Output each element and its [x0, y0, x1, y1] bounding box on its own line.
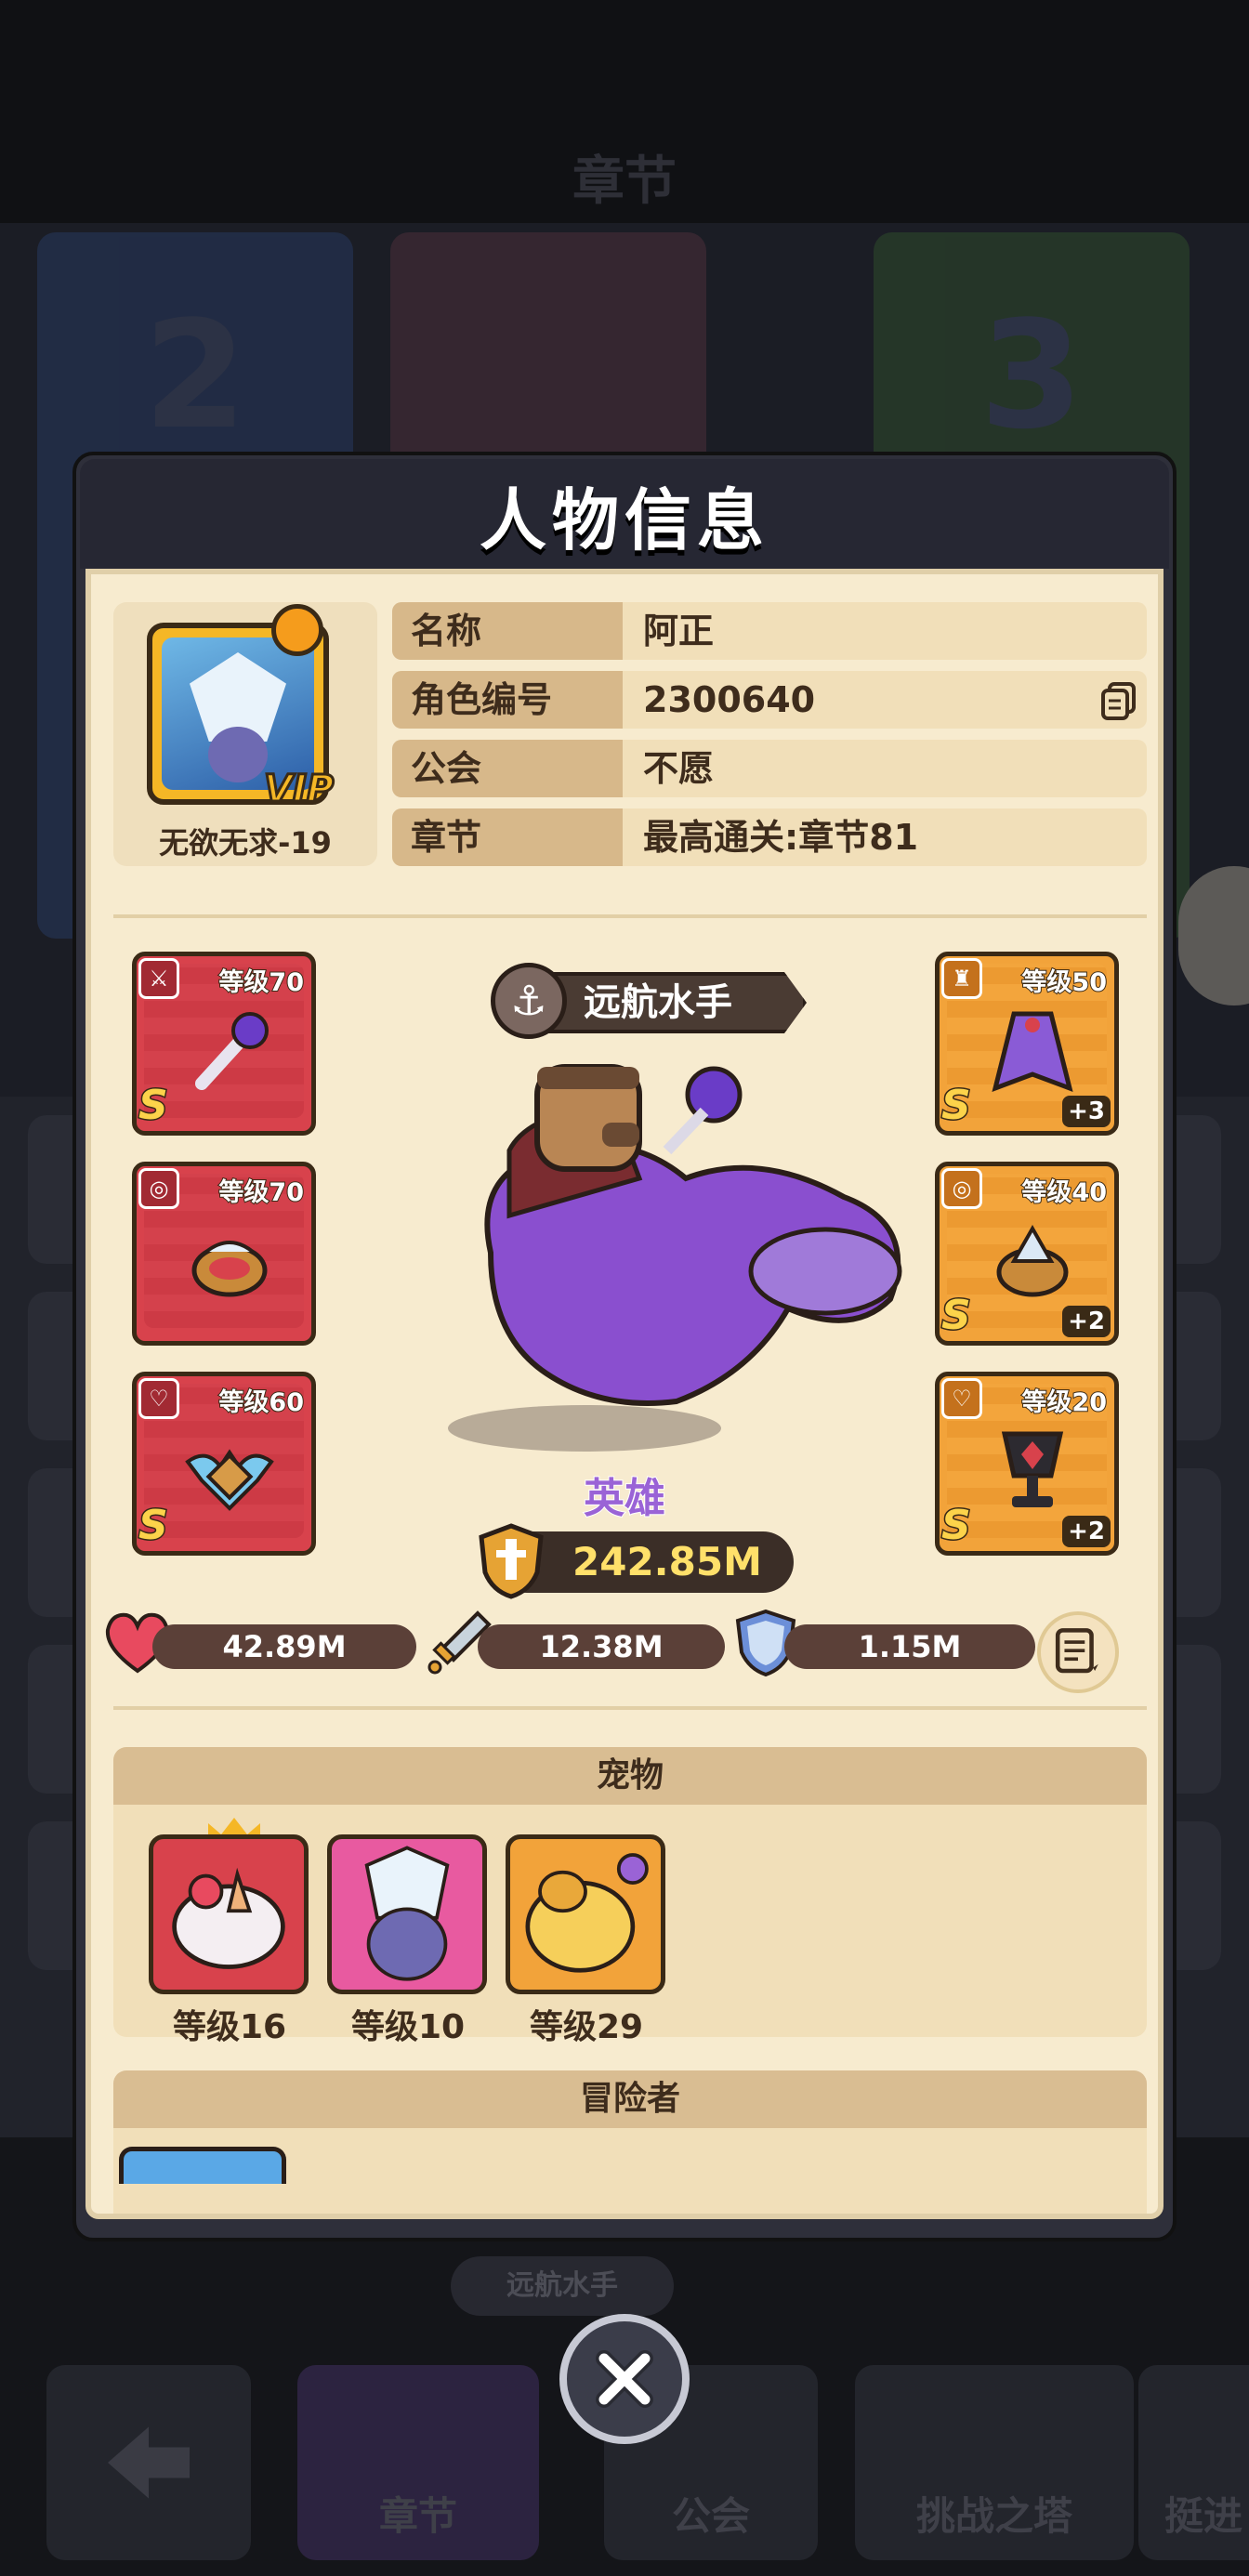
- stats-detail-button[interactable]: [1037, 1611, 1119, 1693]
- info-row-chapter: 章节 最高通关:章节81: [392, 808, 1147, 866]
- avatar-card[interactable]: VIP 无欲无求-19: [113, 602, 377, 866]
- equipment-level: 等级70: [217, 1177, 305, 1208]
- divider: [113, 1706, 1147, 1710]
- stat-value: 12.38M: [539, 1629, 664, 1664]
- nav-advance-button[interactable]: 挺进: [1138, 2365, 1249, 2560]
- info-row-guild: 公会 不愿: [392, 740, 1147, 797]
- close-button[interactable]: [559, 2314, 690, 2444]
- modal-body: VIP 无欲无求-19 名称 阿正 角色编号 2300640 公会 不愿 章节 …: [85, 569, 1164, 2219]
- nav-tower-button[interactable]: 挑战之塔: [855, 2365, 1134, 2560]
- info-value: 阿正: [643, 611, 715, 651]
- close-icon: [596, 2350, 653, 2408]
- divider: [113, 914, 1147, 918]
- copy-icon[interactable]: [1098, 680, 1139, 721]
- info-value: 2300640: [643, 679, 816, 720]
- adventurer-card[interactable]: [119, 2147, 286, 2184]
- avatar-name: 无欲无求-19: [159, 825, 332, 861]
- flower-icon: [271, 604, 323, 656]
- vip-badge: VIP: [262, 767, 335, 812]
- hp-stat: 42.89M: [152, 1624, 416, 1669]
- nav-label: 挺进: [1164, 2493, 1242, 2539]
- pet-beast-icon: [525, 1853, 649, 1973]
- pet-level: 等级29: [529, 2008, 644, 2046]
- cape-icon: [992, 1011, 1073, 1093]
- info-label: 公会: [392, 740, 623, 797]
- info-label: 章节: [392, 808, 623, 866]
- pet-level: 等级10: [350, 2008, 466, 2046]
- equipment-level: 等级40: [1020, 1177, 1108, 1208]
- info-label: 名称: [392, 602, 623, 660]
- stat-value: 42.89M: [222, 1629, 347, 1664]
- chapter-number: 2: [143, 288, 247, 462]
- equipment-level: 等级70: [217, 967, 305, 998]
- nav-chapter-button[interactable]: 章节: [297, 2365, 539, 2560]
- list-detail-icon: [1055, 1628, 1098, 1674]
- info-label: 角色编号: [392, 671, 623, 729]
- equipment-slot-necklace[interactable]: ♡ 等级60 S: [132, 1372, 316, 1556]
- pet-card[interactable]: [327, 1834, 487, 1994]
- info-row-id: 角色编号 2300640: [392, 671, 1147, 729]
- chapter-number: 3: [979, 288, 1084, 462]
- back-arrow-icon: [108, 2426, 190, 2499]
- adventurers-section-header: 冒险者: [113, 2070, 1147, 2128]
- modal-title: 人物信息: [479, 480, 769, 559]
- equipment-slot-ring[interactable]: ◎ 等级70: [132, 1162, 316, 1346]
- armor-icon: ♜: [941, 958, 982, 999]
- equipment-level: 等级60: [217, 1387, 305, 1418]
- pet-card[interactable]: [506, 1834, 665, 1994]
- info-value: 不愿: [643, 748, 715, 789]
- power-value: 242.85M: [572, 1539, 762, 1584]
- pet-level: 等级16: [172, 2008, 287, 2046]
- avatar-face-icon: [208, 727, 268, 782]
- info-row-name: 名称 阿正: [392, 602, 1147, 660]
- background-page-title: 章节: [572, 151, 677, 212]
- equipment-level: 等级50: [1020, 967, 1108, 998]
- hero-capybara-icon: [484, 1064, 902, 1406]
- attack-stat: 12.38M: [478, 1624, 725, 1669]
- defense-stat: 1.15M: [784, 1624, 1035, 1669]
- hero-rank-label: 英雄: [583, 1474, 666, 1523]
- nav-label: 挑战之塔: [915, 2493, 1072, 2539]
- necklace-icon: ♡: [138, 1378, 179, 1419]
- pets-section-header: 宠物: [113, 1747, 1147, 1805]
- ring-icon: ◎: [138, 1168, 179, 1209]
- pet-card[interactable]: [149, 1834, 309, 1994]
- back-button[interactable]: [46, 2365, 251, 2560]
- ring-item-icon: [191, 1241, 268, 1297]
- equipment-rank: S: [138, 1081, 170, 1131]
- power-shield-icon: [479, 1523, 544, 1599]
- hero-title: 远航水手: [584, 981, 732, 1024]
- equipment-enhance: +2: [1062, 1306, 1111, 1337]
- modal-header: 人物信息: [80, 459, 1169, 569]
- equipment-level: 等级20: [1020, 1387, 1108, 1418]
- equipment-slot-weapon[interactable]: ⚔ 等级70 S: [132, 952, 316, 1136]
- player-title-chip: 远航水手: [451, 2256, 674, 2316]
- ring-item-icon: [996, 1224, 1069, 1297]
- equipment-enhance: +3: [1062, 1096, 1111, 1127]
- nav-label: 章节: [378, 2493, 457, 2539]
- staff-icon: [195, 1012, 269, 1090]
- stat-value: 1.15M: [858, 1629, 962, 1664]
- sword-icon: ⚔: [138, 958, 179, 999]
- nav-label: 公会: [671, 2493, 750, 2539]
- hero-title-badge: ⚓ 远航水手: [491, 963, 818, 1039]
- info-value: 最高通关:章节81: [643, 817, 919, 858]
- pet-blob-icon: [172, 1867, 285, 1969]
- anchor-icon: ⚓: [491, 963, 567, 1039]
- pet-crystal-icon: [364, 1846, 450, 1981]
